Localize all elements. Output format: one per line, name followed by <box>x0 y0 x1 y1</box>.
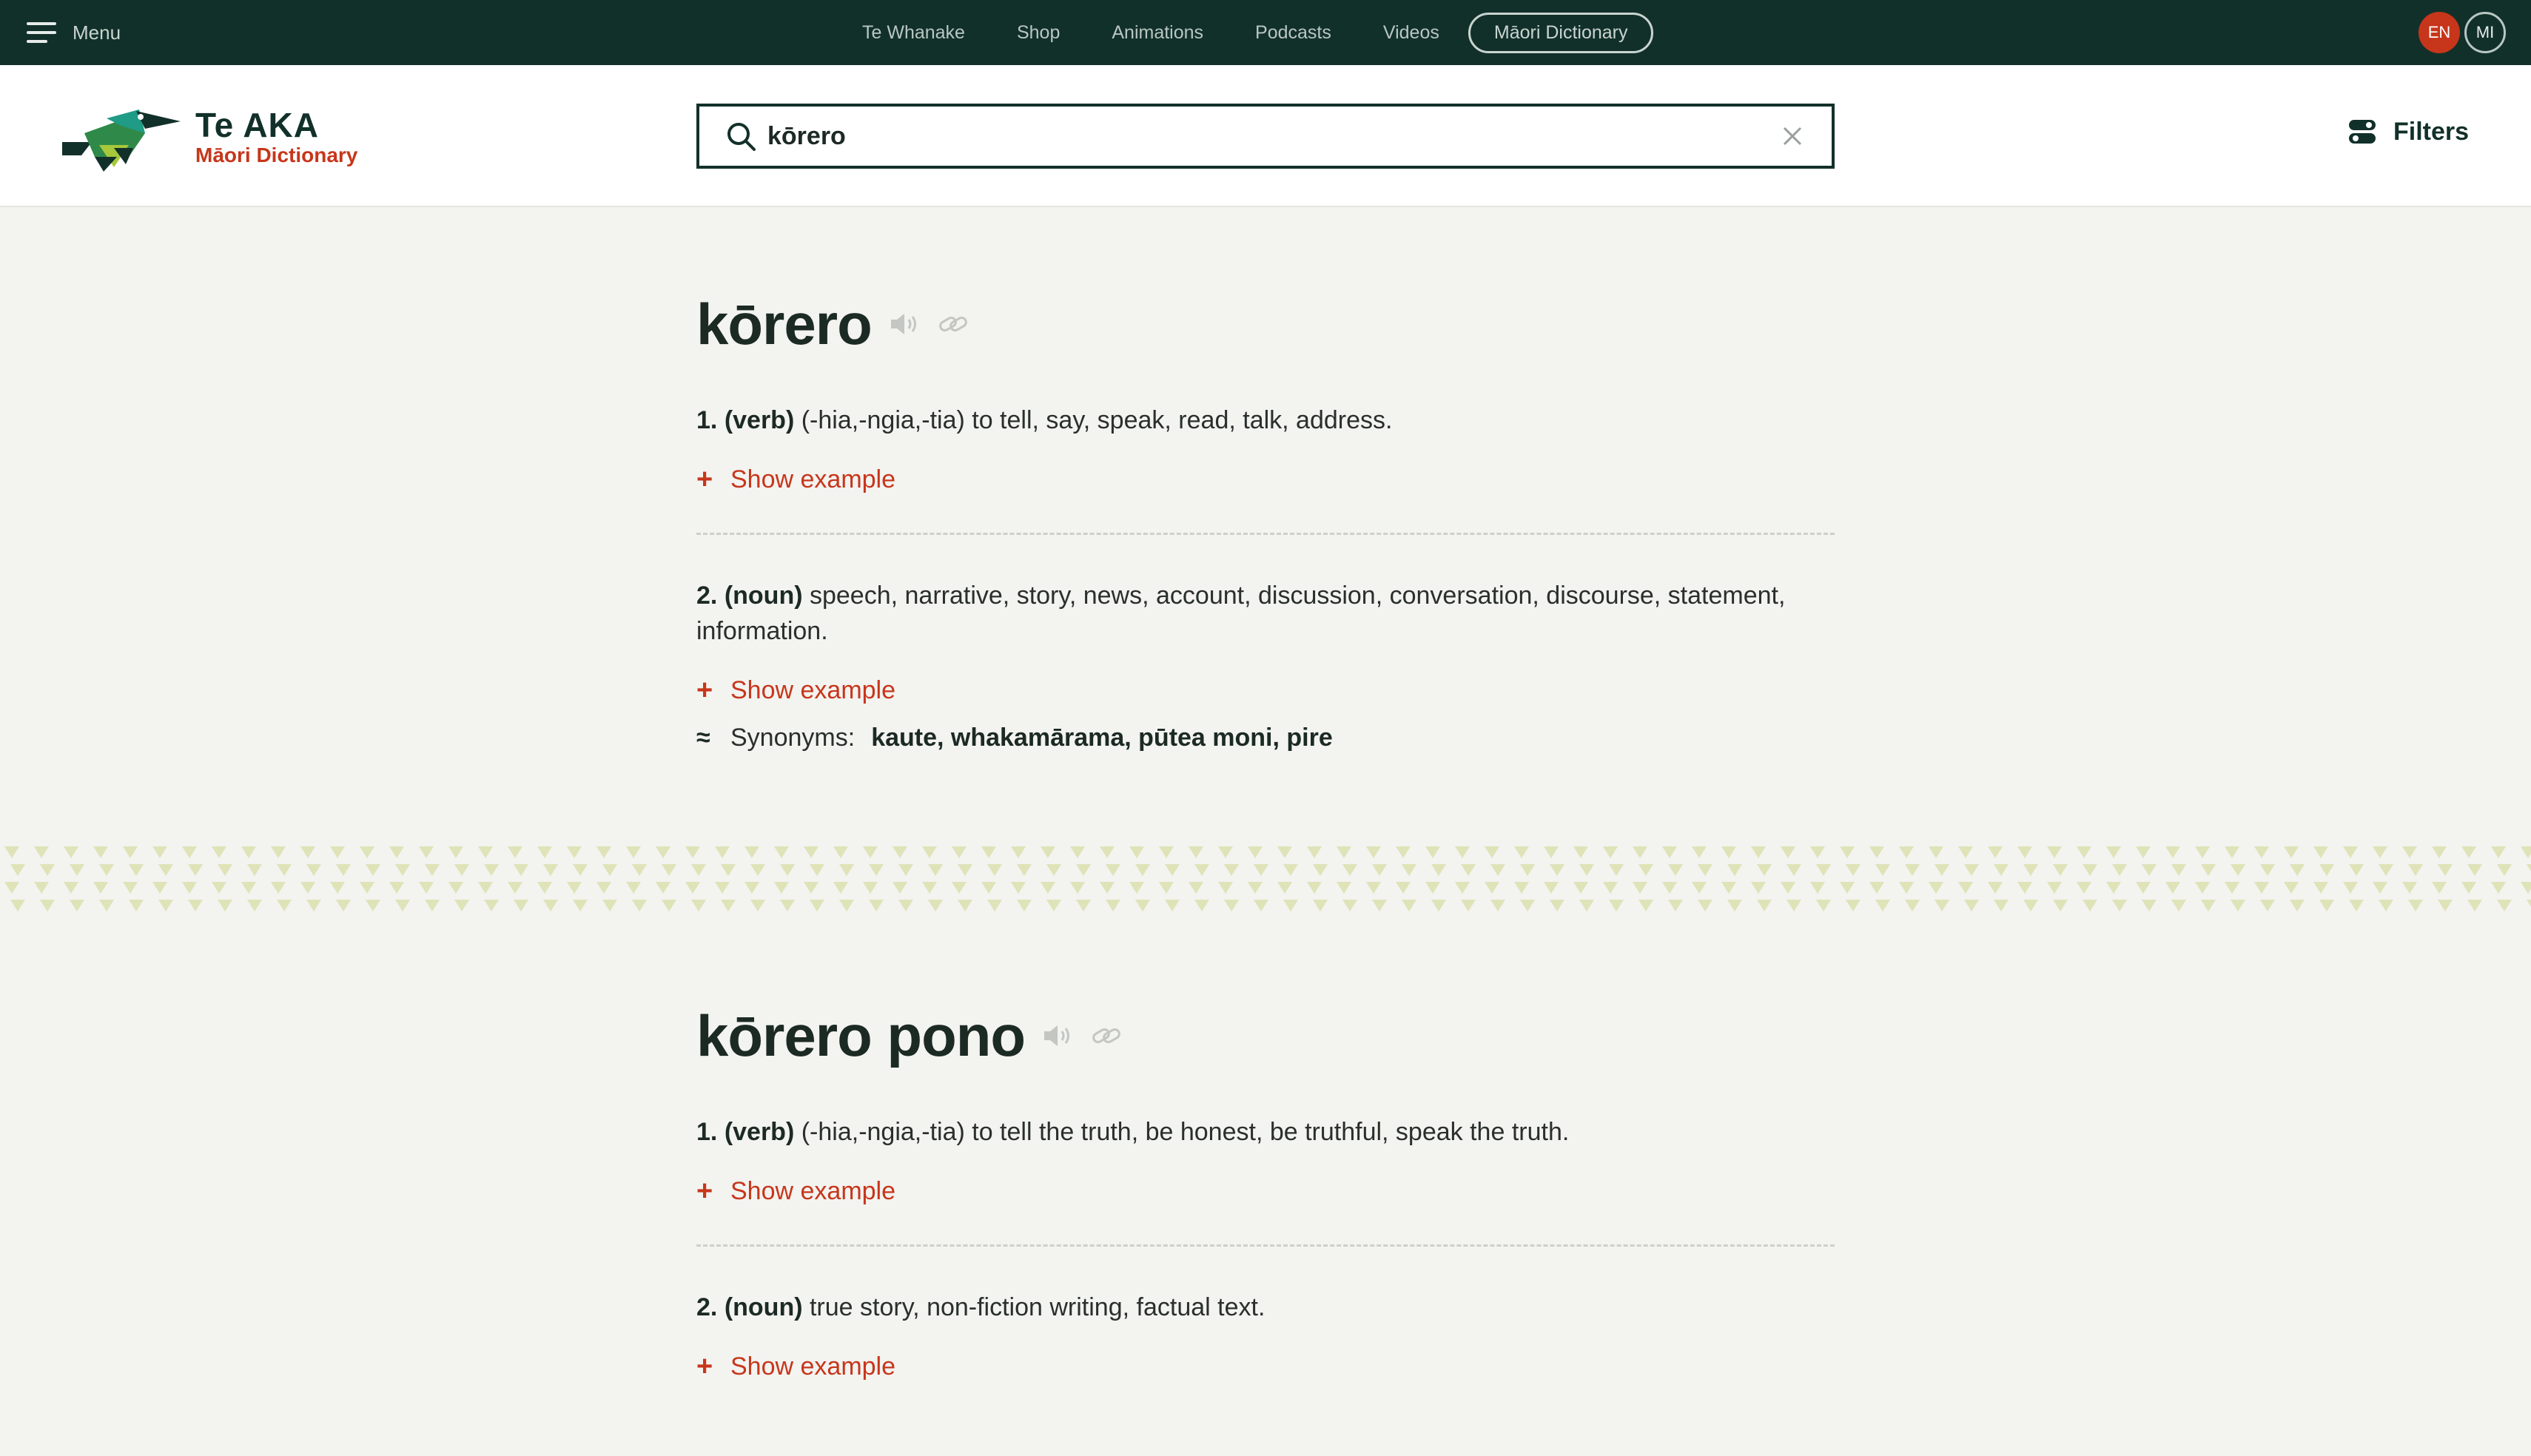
sense-number: 2. <box>696 1293 718 1321</box>
plus-icon: + <box>696 674 713 706</box>
logo-subtitle: Māori Dictionary <box>195 144 358 166</box>
sense-definition: 2. (noun) true story, non-fiction writin… <box>696 1290 1835 1325</box>
show-example-label: Show example <box>730 1352 896 1381</box>
clear-icon[interactable] <box>1780 124 1805 149</box>
plus-icon: + <box>696 463 713 495</box>
menu-label: Menu <box>73 21 121 44</box>
show-example-button[interactable]: + Show example <box>696 462 1835 497</box>
search-box <box>696 104 1835 169</box>
show-example-button[interactable]: + Show example <box>696 673 1835 708</box>
sense-number: 1. <box>696 1118 718 1146</box>
decorative-pattern-band <box>0 843 2531 914</box>
hamburger-icon <box>27 22 56 43</box>
menu-button[interactable]: Menu <box>27 19 121 46</box>
plus-icon: + <box>696 1350 713 1382</box>
part-of-speech: (verb) <box>724 1118 795 1146</box>
sense-definition: 2. (noun) speech, narrative, story, news… <box>696 578 1835 649</box>
sense-text: true story, non-fiction writing, factual… <box>809 1293 1266 1321</box>
sense-text: (-hia,-ngia,-tia) to tell, say, speak, r… <box>801 406 1393 434</box>
show-example-label: Show example <box>730 465 896 493</box>
filters-icon <box>2349 120 2376 144</box>
synonyms-label: Synonyms: <box>730 723 856 752</box>
plus-icon: + <box>696 1175 713 1207</box>
dictionary-entry: kōrero pono 1. (verb) (-hia,-ngia,-tia) … <box>696 999 1835 1384</box>
show-example-button[interactable]: + Show example <box>696 1173 1835 1209</box>
language-mi-button[interactable]: MI <box>2464 12 2506 53</box>
sense-number: 1. <box>696 406 718 434</box>
filters-label: Filters <box>2393 117 2470 146</box>
site-header: Te AKA Māori Dictionary Filters <box>0 65 2531 207</box>
sense-text: (-hia,-ngia,-tia) to tell the truth, be … <box>801 1118 1570 1146</box>
kingfisher-logo-icon <box>62 109 181 172</box>
search-input[interactable] <box>767 121 1780 151</box>
show-example-button[interactable]: + Show example <box>696 1349 1835 1384</box>
top-nav-bar: Menu Te Whanake Shop Animations Podcasts… <box>0 0 2531 65</box>
synonyms-row: ≈ Synonyms: kaute, whakamārama, pūtea mo… <box>696 720 1835 755</box>
link-icon[interactable] <box>1090 1021 1123 1051</box>
logo-title: Te AKA <box>195 106 319 144</box>
site-nav: Te Whanake Shop Animations Podcasts Vide… <box>836 10 1654 55</box>
synonyms-icon: ≈ <box>696 723 710 752</box>
nav-link-te-whanake[interactable]: Te Whanake <box>836 22 991 44</box>
nav-link-videos[interactable]: Videos <box>1357 22 1465 44</box>
headword: kōrero <box>696 291 873 357</box>
te-aka-logo[interactable]: Te AKA Māori Dictionary <box>62 104 357 172</box>
nav-link-shop[interactable]: Shop <box>991 22 1086 44</box>
speaker-icon[interactable] <box>1041 1021 1074 1051</box>
headword: kōrero pono <box>696 1002 1026 1068</box>
sense-divider <box>696 533 1835 535</box>
part-of-speech: (noun) <box>724 582 803 610</box>
show-example-label: Show example <box>730 1176 896 1205</box>
synonyms-list[interactable]: kaute, whakamārama, pūtea moni, pire <box>871 724 1333 752</box>
sense-number: 2. <box>696 582 718 610</box>
link-icon[interactable] <box>937 309 969 339</box>
search-icon[interactable] <box>725 120 757 152</box>
sense-divider <box>696 1244 1835 1247</box>
nav-link-animations[interactable]: Animations <box>1086 22 1229 44</box>
sense-text: speech, narrative, story, news, account,… <box>696 582 1786 645</box>
language-en-button[interactable]: EN <box>2419 12 2460 53</box>
sense-definition: 1. (verb) (-hia,-ngia,-tia) to tell, say… <box>696 402 1835 438</box>
speaker-icon[interactable] <box>888 309 921 339</box>
dictionary-entry: kōrero 1. (verb) (-hia,-ngia,-tia) to te… <box>696 287 1835 755</box>
part-of-speech: (noun) <box>724 1293 803 1321</box>
show-example-label: Show example <box>730 675 896 704</box>
nav-link-podcasts[interactable]: Podcasts <box>1229 22 1357 44</box>
part-of-speech: (verb) <box>724 406 795 434</box>
nav-link-maori-dictionary[interactable]: Māori Dictionary <box>1468 12 1654 53</box>
sense-definition: 1. (verb) (-hia,-ngia,-tia) to tell the … <box>696 1114 1835 1150</box>
filters-button[interactable]: Filters <box>2346 115 2469 148</box>
